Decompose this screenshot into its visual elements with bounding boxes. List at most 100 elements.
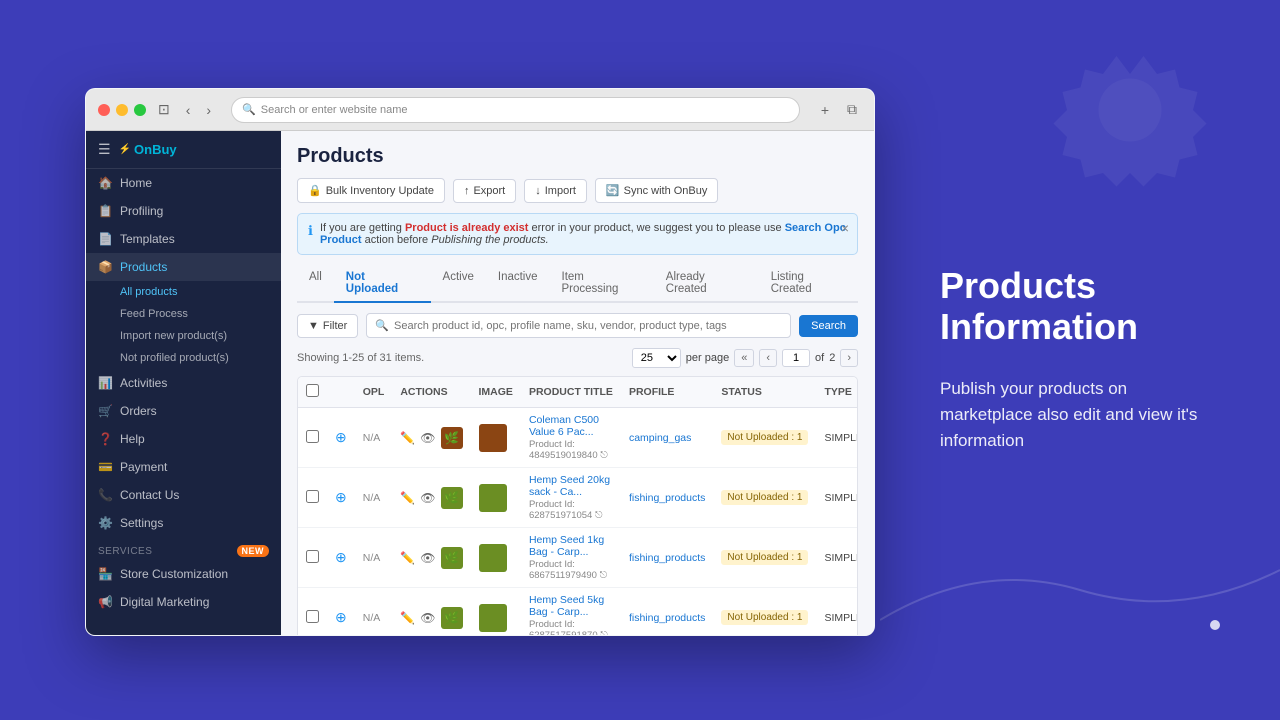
dot-decoration xyxy=(1210,620,1220,630)
products-submenu: All products Feed Process Import new pro… xyxy=(86,281,281,369)
sync-button[interactable]: 🔄 Sync with OnBuy xyxy=(595,178,718,203)
search-input[interactable] xyxy=(394,320,782,332)
sidebar-item-help[interactable]: ❓ Help xyxy=(86,425,281,453)
view-icon[interactable]: 👁 xyxy=(420,551,435,565)
hamburger-icon[interactable]: ☰ xyxy=(98,141,111,158)
tab-listing-created[interactable]: Listing Created xyxy=(759,265,858,303)
tab-item-processing[interactable]: Item Processing xyxy=(550,265,654,303)
sidebar-item-digital-marketing[interactable]: 📢 Digital Marketing xyxy=(86,588,281,616)
status-badge: Not Uploaded : 1 xyxy=(721,430,808,445)
sidebar-item-orders[interactable]: 🛒 Orders xyxy=(86,397,281,425)
profile-cell: camping_gas xyxy=(621,408,713,468)
sidebar-item-products[interactable]: 📦 Products xyxy=(86,253,281,281)
export-icon: ↑ xyxy=(464,185,470,197)
row-checkbox[interactable] xyxy=(306,550,319,563)
search-box[interactable]: 🔍 xyxy=(366,313,791,338)
add-row-icon[interactable]: ⊕ xyxy=(335,429,347,445)
edit-icon[interactable]: ✏️ xyxy=(400,431,415,445)
view-icon[interactable]: 👁 xyxy=(420,611,435,625)
sidebar-item-profiling[interactable]: 📋 Profiling xyxy=(86,197,281,225)
product-id-link[interactable]: ⎋ xyxy=(595,510,603,521)
address-bar[interactable]: 🔍 Search or enter website name xyxy=(231,97,800,123)
view-icon[interactable]: 👁 xyxy=(420,491,435,505)
row-checkbox[interactable] xyxy=(306,610,319,623)
sidebar-item-home[interactable]: 🏠 Home xyxy=(86,169,281,197)
product-id-link[interactable]: ⎋ xyxy=(600,450,608,461)
filter-button[interactable]: ▼ Filter xyxy=(297,314,358,338)
traffic-lights xyxy=(98,104,146,116)
edit-icon[interactable]: ✏️ xyxy=(400,491,415,505)
edit-icon[interactable]: ✏️ xyxy=(400,611,415,625)
tab-active[interactable]: Active xyxy=(431,265,486,303)
first-page-button[interactable]: « xyxy=(734,349,754,367)
header-add xyxy=(327,377,355,408)
tab-all[interactable]: All xyxy=(297,265,334,303)
row-checkbox[interactable] xyxy=(306,430,319,443)
table-scroll[interactable]: OPL ACTIONS IMAGE PRODUCT TITLE PROFILE … xyxy=(298,377,857,635)
select-all-checkbox[interactable] xyxy=(306,384,319,397)
product-title-cell: Hemp Seed 5kg Bag - Carp... Product Id: … xyxy=(521,588,621,636)
search-button[interactable]: Search xyxy=(799,315,858,337)
sidebar-item-settings[interactable]: ⚙️ Settings xyxy=(86,509,281,537)
sidebar-item-activities[interactable]: 📊 Activities xyxy=(86,369,281,397)
back-button[interactable]: ‹ xyxy=(182,100,195,120)
sidebar-item-payment[interactable]: 💳 Payment xyxy=(86,453,281,481)
sidebar-item-templates[interactable]: 📄 Templates xyxy=(86,225,281,253)
view-icon[interactable]: 👁 xyxy=(420,431,435,445)
export-button[interactable]: ↑ Export xyxy=(453,179,516,203)
showing-row: Showing 1-25 of 31 items. 25 50 100 per … xyxy=(297,348,858,368)
prev-page-button[interactable]: ‹ xyxy=(759,349,777,367)
sidebar-item-contact[interactable]: 📞 Contact Us xyxy=(86,481,281,509)
product-id-link[interactable]: ⎋ xyxy=(600,570,608,581)
minimize-button[interactable] xyxy=(116,104,128,116)
submenu-import-products[interactable]: Import new product(s) xyxy=(112,325,281,347)
submenu-all-products[interactable]: All products xyxy=(112,281,281,303)
product-image xyxy=(479,604,507,632)
import-button[interactable]: ↓ Import xyxy=(524,179,587,203)
new-tab-button[interactable]: + xyxy=(816,100,834,120)
close-button[interactable] xyxy=(98,104,110,116)
status-cell: Not Uploaded : 1 xyxy=(713,528,816,588)
product-image xyxy=(479,484,507,512)
profile-cell: fishing_products xyxy=(621,468,713,528)
next-page-button[interactable]: › xyxy=(840,349,858,367)
table-row: ⊕ N/A ✏️ 👁 🌿 Hemp Seed 1kg Bag - Carp...… xyxy=(298,528,857,588)
header-opl: OPL xyxy=(355,377,393,408)
page-input[interactable] xyxy=(782,349,810,367)
type-cell: SIMPLE xyxy=(816,468,857,528)
copy-button[interactable]: ⧉ xyxy=(842,99,862,120)
maximize-button[interactable] xyxy=(134,104,146,116)
of-label: of xyxy=(815,352,824,364)
row-checkbox[interactable] xyxy=(306,490,319,503)
submenu-feed-process[interactable]: Feed Process xyxy=(112,303,281,325)
profile-cell: fishing_products xyxy=(621,588,713,636)
sidebar-toggle-icon[interactable]: ⊡ xyxy=(154,99,174,120)
header-status: STATUS xyxy=(713,377,816,408)
image-cell xyxy=(471,588,521,636)
sidebar-item-label: Orders xyxy=(120,404,157,418)
sidebar-item-store-customization[interactable]: 🏪 Store Customization xyxy=(86,560,281,588)
product-id-link[interactable]: ⎋ xyxy=(600,630,608,635)
sidebar-item-label: Contact Us xyxy=(120,488,179,502)
tab-already-created[interactable]: Already Created xyxy=(654,265,759,303)
add-row-icon[interactable]: ⊕ xyxy=(335,549,347,565)
product-title-cell: Hemp Seed 20kg sack - Ca... Product Id: … xyxy=(521,468,621,528)
sidebar-item-label: Products xyxy=(120,260,167,274)
payment-icon: 💳 xyxy=(98,460,112,474)
add-row-icon[interactable]: ⊕ xyxy=(335,489,347,505)
product-title-text: Hemp Seed 20kg sack - Ca... xyxy=(529,474,613,498)
bulk-inventory-update-button[interactable]: 🔒 Bulk Inventory Update xyxy=(297,178,445,203)
sidebar: ☰ ⚡ OnBuy 🏠 Home 📋 Profiling 📄 Templates… xyxy=(86,131,281,635)
per-page-select[interactable]: 25 50 100 xyxy=(632,348,681,368)
sidebar-item-label: Payment xyxy=(120,460,167,474)
products-table: OPL ACTIONS IMAGE PRODUCT TITLE PROFILE … xyxy=(297,376,858,635)
submenu-not-profiled[interactable]: Not profiled product(s) xyxy=(112,347,281,369)
edit-icon[interactable]: ✏️ xyxy=(400,551,415,565)
search-icon: 🔍 xyxy=(242,103,256,116)
alert-close-button[interactable]: × xyxy=(841,220,849,236)
status-badge: Not Uploaded : 1 xyxy=(721,490,808,505)
tab-inactive[interactable]: Inactive xyxy=(486,265,550,303)
add-row-icon[interactable]: ⊕ xyxy=(335,609,347,625)
forward-button[interactable]: › xyxy=(202,100,215,120)
tab-not-uploaded[interactable]: Not Uploaded xyxy=(334,265,431,303)
